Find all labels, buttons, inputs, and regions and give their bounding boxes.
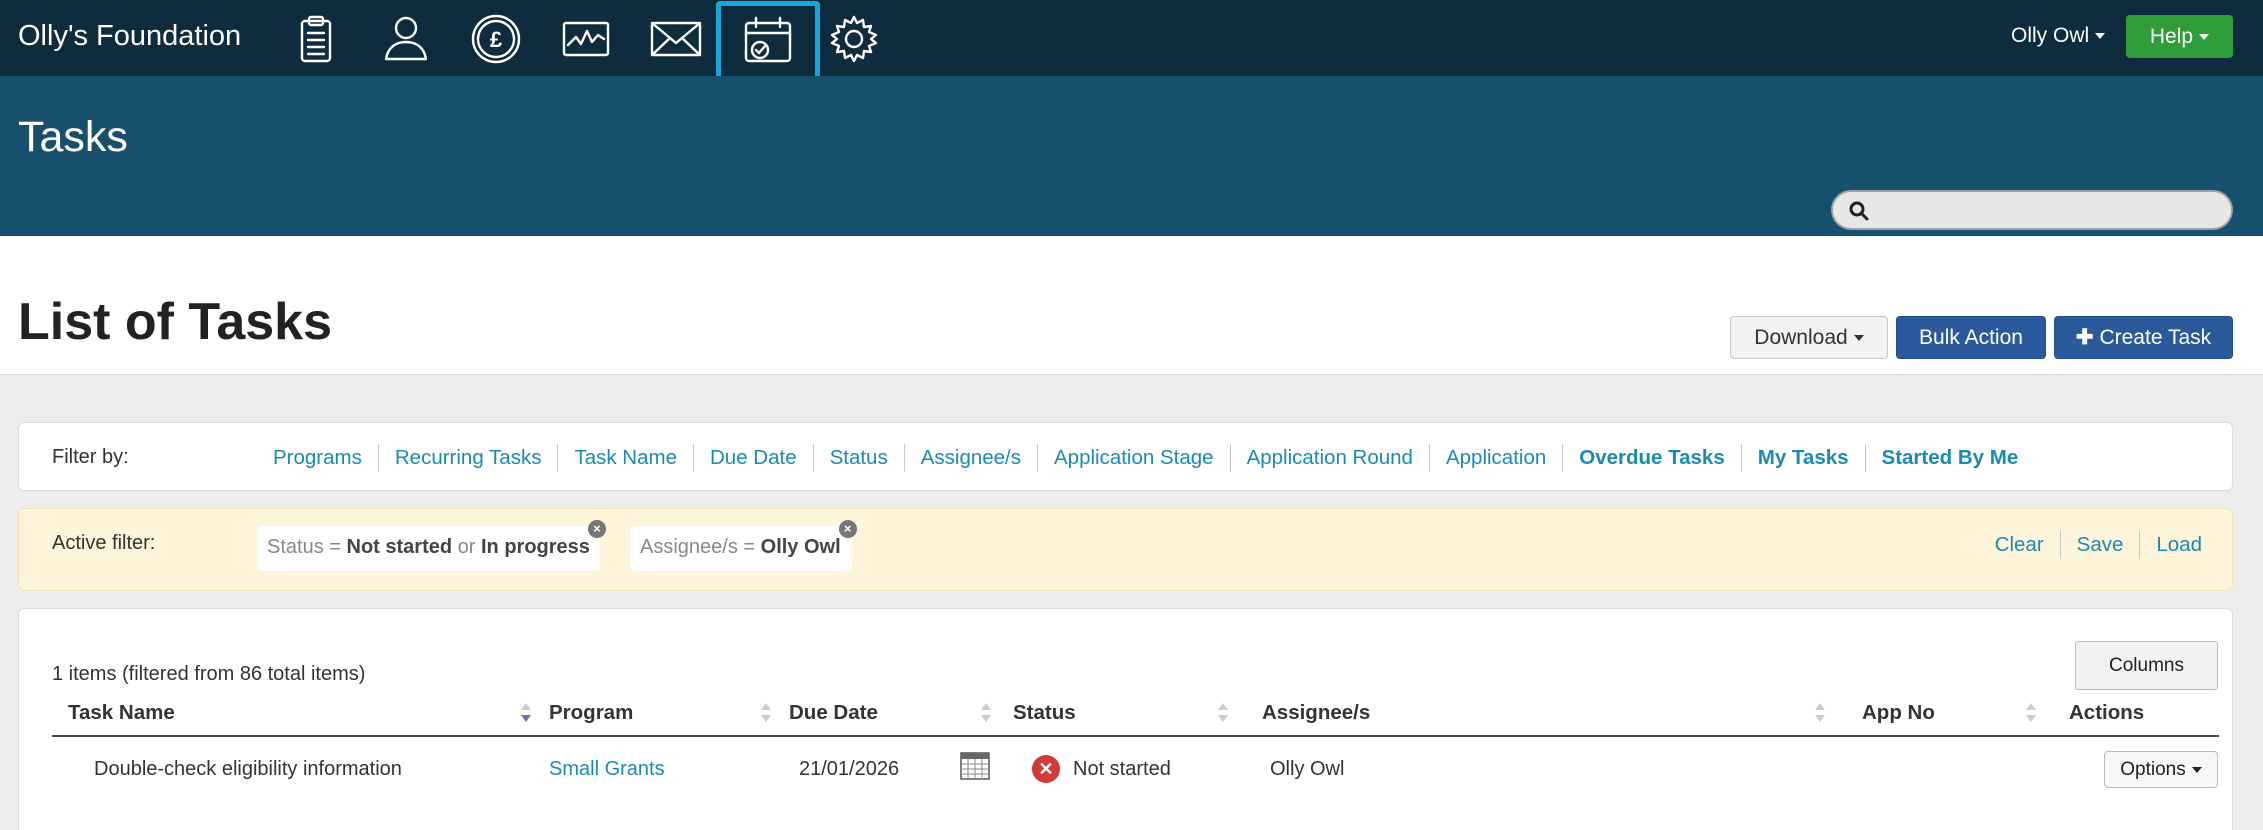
assignee-cell: Olly Owl	[1270, 758, 1345, 780]
brand-name[interactable]: Olly's Foundation	[18, 20, 241, 53]
filter-my-tasks[interactable]: My Tasks	[1740, 444, 1865, 472]
download-button[interactable]: Download	[1730, 316, 1888, 359]
filter-application[interactable]: Application	[1428, 444, 1562, 472]
sort-icon[interactable]	[2026, 703, 2036, 727]
assignee-filter-chip: Assignee/s = Olly Owl ×	[630, 520, 857, 571]
filter-overdue-tasks[interactable]: Overdue Tasks	[1562, 444, 1740, 472]
sort-icon[interactable]	[761, 703, 771, 727]
filter-task-name[interactable]: Task Name	[557, 444, 693, 472]
header-due-date[interactable]: Due Date	[789, 701, 878, 725]
chip-key: Status =	[267, 536, 341, 558]
table-row: Double-check eligibility information Sma…	[52, 739, 2219, 801]
header-task-name[interactable]: Task Name	[68, 701, 175, 725]
person-icon[interactable]	[360, 6, 452, 72]
chip-or: or	[457, 536, 476, 558]
download-label: Download	[1754, 325, 1848, 349]
chip-value: In progress	[481, 536, 590, 558]
filter-started-by-me[interactable]: Started By Me	[1864, 444, 2035, 472]
load-filter-link[interactable]: Load	[2139, 531, 2202, 559]
program-link[interactable]: Small Grants	[549, 758, 665, 781]
status-filter-chip: Status = Not started or In progress ×	[257, 520, 606, 571]
columns-button[interactable]: Columns	[2075, 641, 2218, 690]
chip-value: Olly Owl	[760, 536, 841, 558]
chevron-down-icon	[2095, 33, 2106, 40]
user-name: Olly Owl	[2011, 24, 2090, 47]
clear-filter-link[interactable]: Clear	[1979, 531, 2060, 559]
options-button[interactable]: Options	[2104, 751, 2218, 788]
table-header: Task Name Program Due Date Status Assign…	[52, 691, 2219, 737]
envelope-icon[interactable]	[630, 6, 722, 72]
items-count: 1 items (filtered from 86 total items)	[52, 663, 366, 685]
plus-icon: ✚	[2075, 326, 2094, 349]
page-title: Tasks	[18, 113, 128, 161]
bulk-action-button[interactable]: Bulk Action	[1896, 316, 2046, 359]
due-date-cell: 21/01/2026	[799, 758, 900, 780]
active-filter-panel: Active filter: Status = Not started or I…	[18, 508, 2233, 591]
top-navbar: Olly's Foundation £ Olly Owl Help	[0, 0, 2263, 81]
filter-actions: Clear Save Load	[1979, 531, 2202, 559]
sort-icon[interactable]	[521, 703, 531, 727]
results-panel: 1 items (filtered from 86 total items) C…	[18, 608, 2233, 830]
calendar-check-icon[interactable]	[716, 1, 820, 81]
list-title: List of Tasks	[18, 293, 333, 351]
sort-icon[interactable]	[1218, 703, 1228, 727]
filter-links: Programs Recurring Tasks Task Name Due D…	[257, 444, 2034, 472]
filter-recurring-tasks[interactable]: Recurring Tasks	[377, 444, 558, 472]
clipboard-icon[interactable]	[270, 6, 362, 72]
search-icon	[1849, 201, 1869, 221]
remove-filter-icon[interactable]: ×	[838, 520, 857, 538]
filter-assignees[interactable]: Assignee/s	[903, 444, 1037, 472]
header-app-no[interactable]: App No	[1862, 701, 1935, 725]
svg-text:£: £	[490, 27, 503, 52]
help-label: Help	[2149, 24, 2194, 48]
pound-coin-icon[interactable]: £	[450, 6, 542, 72]
create-task-label: Create Task	[2099, 325, 2212, 349]
calendar-icon[interactable]	[960, 751, 990, 781]
save-filter-link[interactable]: Save	[2059, 531, 2140, 559]
header-actions: Actions	[2069, 701, 2145, 724]
active-filter-label: Active filter:	[52, 532, 156, 554]
options-label: Options	[2120, 758, 2186, 780]
filter-due-date[interactable]: Due Date	[692, 444, 813, 472]
activity-chart-icon[interactable]	[540, 6, 632, 72]
sort-icon[interactable]	[1815, 703, 1825, 727]
task-name-cell[interactable]: Double-check eligibility information	[94, 758, 402, 781]
page-header: Tasks	[0, 76, 2263, 236]
list-title-bar: List of Tasks Download Bulk Action ✚ Crea…	[0, 236, 2263, 375]
filter-panel: Filter by: Programs Recurring Tasks Task…	[18, 422, 2233, 491]
chevron-down-icon	[2191, 766, 2202, 773]
filter-label: Filter by:	[52, 446, 129, 468]
chip-value: Not started	[346, 536, 453, 558]
filter-status[interactable]: Status	[812, 444, 904, 472]
filter-programs[interactable]: Programs	[257, 444, 378, 472]
gear-icon[interactable]	[808, 6, 900, 72]
filter-application-round[interactable]: Application Round	[1229, 444, 1429, 472]
chevron-down-icon	[2199, 33, 2210, 40]
search-input[interactable]	[1881, 196, 2221, 224]
help-button[interactable]: Help	[2126, 15, 2233, 58]
search-box[interactable]	[1831, 190, 2233, 230]
remove-filter-icon[interactable]: ×	[587, 520, 606, 538]
header-assignees[interactable]: Assignee/s	[1262, 701, 1370, 725]
sort-icon[interactable]	[981, 703, 991, 727]
create-task-button[interactable]: ✚ Create Task	[2054, 316, 2233, 359]
user-menu[interactable]: Olly Owl	[2011, 24, 2106, 48]
filter-application-stage[interactable]: Application Stage	[1037, 444, 1230, 472]
chevron-down-icon	[1853, 334, 1864, 341]
header-status[interactable]: Status	[1013, 701, 1076, 725]
status-cell: Not started	[1073, 758, 1171, 780]
chip-key: Assignee/s =	[640, 536, 756, 558]
not-started-icon: ✕	[1032, 755, 1060, 783]
header-program[interactable]: Program	[549, 701, 633, 725]
